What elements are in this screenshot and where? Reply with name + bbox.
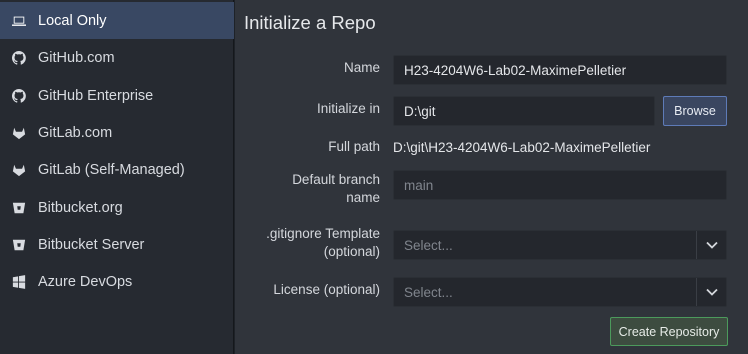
sidebar-item-gitlab-com[interactable]: GitLab.com	[0, 114, 234, 151]
windows-icon	[11, 274, 27, 290]
sidebar-item-label: Local Only	[38, 12, 107, 29]
sidebar-item-label: GitLab (Self-Managed)	[38, 161, 185, 178]
sidebar-item-local-only[interactable]: Local Only	[0, 2, 234, 39]
license-label: License (optional)	[273, 282, 380, 297]
github-icon	[11, 88, 27, 104]
default-branch-label: Default branch name	[292, 171, 380, 207]
bitbucket-icon	[11, 237, 27, 253]
name-label: Name	[343, 60, 380, 75]
name-input[interactable]: H23-4204W6-Lab02-MaximePelletier	[393, 55, 727, 85]
sidebar: Local Only GitHub.com GitHub Enterprise …	[0, 0, 234, 354]
full-path-value: D:\git\H23-4204W6-Lab02-MaximePelletier	[393, 140, 651, 155]
chevron-down-icon[interactable]	[696, 278, 726, 306]
sidebar-item-github-com[interactable]: GitHub.com	[0, 39, 234, 76]
gitignore-label-line1: .gitignore Template	[266, 226, 380, 241]
laptop-icon	[11, 13, 27, 29]
create-repository-button[interactable]: Create Repository	[610, 317, 728, 346]
default-branch-label-line1: Default branch	[292, 172, 380, 187]
gitignore-select[interactable]: Select...	[393, 230, 727, 260]
sidebar-item-bitbucket-server[interactable]: Bitbucket Server	[0, 226, 234, 263]
gitignore-select-value: Select...	[404, 237, 453, 253]
github-icon	[11, 50, 27, 66]
gitignore-label: .gitignore Template (optional)	[266, 225, 380, 261]
gitlab-icon	[11, 162, 27, 178]
sidebar-item-label: Azure DevOps	[38, 273, 133, 290]
sidebar-item-label: Bitbucket.org	[38, 199, 123, 216]
gitignore-label-line2: (optional)	[323, 244, 380, 259]
sidebar-item-gitlab-self-managed[interactable]: GitLab (Self-Managed)	[0, 151, 234, 188]
sidebar-item-azure-devops[interactable]: Azure DevOps	[0, 263, 234, 300]
gitlab-icon	[11, 125, 27, 141]
initialize-in-input[interactable]: D:\git	[393, 96, 655, 126]
chevron-down-icon[interactable]	[696, 231, 726, 259]
initialize-in-label: Initialize in	[316, 101, 380, 116]
sidebar-item-bitbucket-org[interactable]: Bitbucket.org	[0, 189, 234, 226]
license-select-value: Select...	[404, 284, 453, 300]
full-path-label: Full path	[328, 139, 380, 154]
sidebar-item-github-enterprise[interactable]: GitHub Enterprise	[0, 77, 234, 114]
default-branch-label-line2: name	[346, 190, 380, 205]
browse-button[interactable]: Browse	[663, 96, 727, 126]
bitbucket-icon	[11, 200, 27, 216]
default-branch-input[interactable]: main	[393, 170, 727, 200]
sidebar-item-label: GitLab.com	[38, 124, 113, 141]
init-repo-panel: Initialize a Repo Name H23-4204W6-Lab02-…	[235, 0, 748, 354]
license-select[interactable]: Select...	[393, 277, 727, 307]
page-title: Initialize a Repo	[244, 12, 376, 33]
sidebar-item-label: GitHub.com	[38, 49, 115, 66]
sidebar-item-label: Bitbucket Server	[38, 236, 145, 253]
sidebar-item-label: GitHub Enterprise	[38, 87, 154, 104]
